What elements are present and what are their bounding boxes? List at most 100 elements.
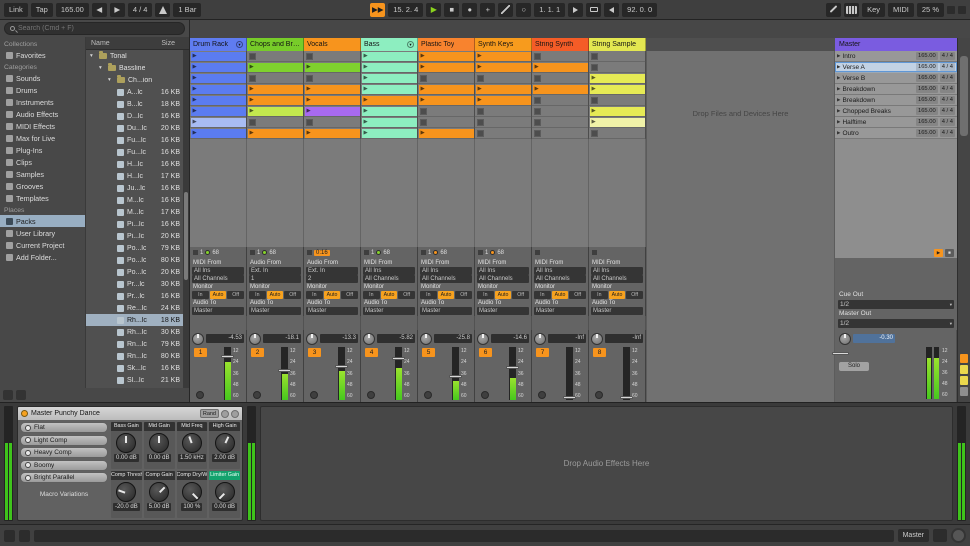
- mixer-section-toggle-0[interactable]: [960, 354, 968, 363]
- session-clip[interactable]: ▶: [533, 63, 588, 72]
- back-to-arrangement-button[interactable]: ▶: [934, 249, 943, 257]
- session-clip[interactable]: ▶: [362, 118, 417, 127]
- arrangement-position-display[interactable]: 15. 2. 4: [388, 3, 423, 17]
- punch-in-button[interactable]: [568, 3, 583, 17]
- file-row[interactable]: M...lc16 KB: [86, 194, 189, 206]
- input-channel-chooser[interactable]: All Channels: [534, 275, 586, 283]
- info-icon[interactable]: [16, 390, 26, 400]
- clip-stop-button[interactable]: [421, 120, 426, 125]
- file-row[interactable]: Sl...lc21 KB: [86, 374, 189, 386]
- clip-launch-icon[interactable]: ▶: [193, 86, 197, 92]
- clip-stop-button[interactable]: [250, 76, 255, 81]
- stop-icon[interactable]: [592, 250, 597, 255]
- sidebar-item-plug-ins[interactable]: Plug-Ins: [0, 144, 85, 156]
- scene-time-signature[interactable]: 4 / 4: [940, 63, 955, 71]
- scene-launch-icon[interactable]: ▶: [837, 108, 840, 114]
- clip-launch-icon[interactable]: ▶: [535, 64, 539, 70]
- stop-icon[interactable]: [307, 250, 312, 255]
- track-header-chops-and-breaks[interactable]: Chops and Breaks: [247, 38, 304, 51]
- file-row[interactable]: Rn...lc79 KB: [86, 338, 189, 350]
- scene-time-signature[interactable]: 4 / 4: [940, 129, 955, 137]
- sidebar-item-audio-effects[interactable]: Audio Effects: [0, 108, 85, 120]
- arm-button[interactable]: [538, 391, 546, 399]
- clip-launch-icon[interactable]: ▶: [478, 86, 482, 92]
- monitor-in-button[interactable]: In: [192, 291, 209, 299]
- sidebar-item-grooves[interactable]: Grooves: [0, 180, 85, 192]
- cue-volume-box[interactable]: [933, 529, 947, 542]
- clip-launch-icon[interactable]: ▶: [193, 64, 197, 70]
- session-clip[interactable]: ▶: [305, 63, 360, 72]
- output-chooser[interactable]: Master: [420, 307, 472, 315]
- clip-launch-icon[interactable]: ▶: [193, 75, 197, 81]
- monitor-auto-button[interactable]: Auto: [210, 291, 227, 299]
- macro-knob[interactable]: [182, 433, 202, 453]
- time-signature-display[interactable]: 4 / 4: [128, 3, 153, 17]
- arm-button[interactable]: [310, 391, 318, 399]
- file-row[interactable]: D...lc16 KB: [86, 110, 189, 122]
- volume-display[interactable]: -25.8: [434, 334, 472, 343]
- tap-tempo-button[interactable]: Tap: [31, 3, 53, 17]
- input-type-chooser[interactable]: Ext. In: [249, 267, 301, 275]
- pan-knob[interactable]: [477, 333, 489, 345]
- session-clip[interactable]: ▶: [590, 107, 645, 116]
- input-type-chooser[interactable]: All Ins: [534, 267, 586, 275]
- mixer-section-toggle-3[interactable]: [960, 387, 968, 396]
- clip-stop-button[interactable]: [535, 98, 540, 103]
- track-activator-button[interactable]: 1: [194, 348, 207, 357]
- clip-stop-button[interactable]: [592, 131, 597, 136]
- clip-stop-button[interactable]: [592, 54, 597, 59]
- session-clip[interactable]: ▶: [419, 63, 474, 72]
- clip-launch-icon[interactable]: ▶: [193, 108, 197, 114]
- scene-tempo[interactable]: 165.00: [916, 129, 938, 137]
- scene-tempo[interactable]: 165.00: [916, 52, 938, 60]
- input-channel-chooser[interactable]: All Channels: [591, 275, 643, 283]
- sidebar-item-drums[interactable]: Drums: [0, 84, 85, 96]
- volume-display[interactable]: -5.82: [377, 334, 415, 343]
- stop-icon[interactable]: [478, 250, 483, 255]
- scene-launch-icon[interactable]: ▶: [837, 75, 840, 81]
- caret-down-icon[interactable]: ▾: [90, 53, 96, 59]
- clip-launch-icon[interactable]: ▶: [364, 119, 368, 125]
- overdub-button[interactable]: +: [480, 3, 495, 17]
- scene-time-signature[interactable]: 4 / 4: [940, 85, 955, 93]
- output-chooser[interactable]: Master: [591, 307, 643, 315]
- computer-midi-keyboard-button[interactable]: [844, 3, 859, 17]
- monitor-in-button[interactable]: In: [306, 291, 323, 299]
- clip-launch-icon[interactable]: ▶: [307, 108, 311, 114]
- scene-halftime[interactable]: ▶Halftime165.004 / 4: [835, 117, 957, 128]
- file-row[interactable]: Pr...lc16 KB: [86, 290, 189, 302]
- clip-launch-icon[interactable]: ▶: [193, 119, 197, 125]
- track-header-string-synth[interactable]: String Synth: [532, 38, 589, 51]
- file-row[interactable]: Pi...lc20 KB: [86, 230, 189, 242]
- caret-down-icon[interactable]: ▾: [99, 65, 105, 71]
- hot-swap-icon[interactable]: [221, 410, 229, 418]
- clip-stop-button[interactable]: [421, 109, 426, 114]
- clip-stop-button[interactable]: [421, 76, 426, 81]
- clip-stop-button[interactable]: [250, 54, 255, 59]
- pan-knob[interactable]: [249, 333, 261, 345]
- session-clip[interactable]: ▶: [476, 85, 531, 94]
- session-scrollbar-thumb[interactable]: [960, 56, 968, 136]
- track-activator-button[interactable]: 7: [536, 348, 549, 357]
- stop-icon[interactable]: [535, 250, 540, 255]
- session-clip[interactable]: ▶: [248, 107, 303, 116]
- monitor-off-button[interactable]: Off: [284, 291, 301, 299]
- device-title-bar[interactable]: Master Punchy Dance Rand: [18, 407, 242, 420]
- master-volume-fader[interactable]: [832, 352, 849, 355]
- sidebar-item-current-project[interactable]: Current Project: [0, 239, 85, 251]
- clip-stop-button[interactable]: [478, 76, 483, 81]
- file-row[interactable]: Rh...lc30 KB: [86, 326, 189, 338]
- clip-stop-button[interactable]: [535, 120, 540, 125]
- clip-launch-icon[interactable]: ▶: [421, 97, 425, 103]
- monitor-off-button[interactable]: Off: [341, 291, 358, 299]
- macro-knob[interactable]: [116, 433, 136, 453]
- master-track-header[interactable]: Master: [835, 38, 957, 51]
- pan-knob[interactable]: [192, 333, 204, 345]
- file-row[interactable]: Pi...lc16 KB: [86, 218, 189, 230]
- volume-display[interactable]: -18.1: [263, 334, 301, 343]
- macro-knob[interactable]: [215, 482, 235, 502]
- device-drop-area[interactable]: Drop Audio Effects Here: [260, 406, 953, 521]
- clip-launch-icon[interactable]: ▶: [421, 130, 425, 136]
- scene-tempo[interactable]: 165.00: [916, 74, 938, 82]
- track-header-vocals[interactable]: Vocals: [304, 38, 361, 51]
